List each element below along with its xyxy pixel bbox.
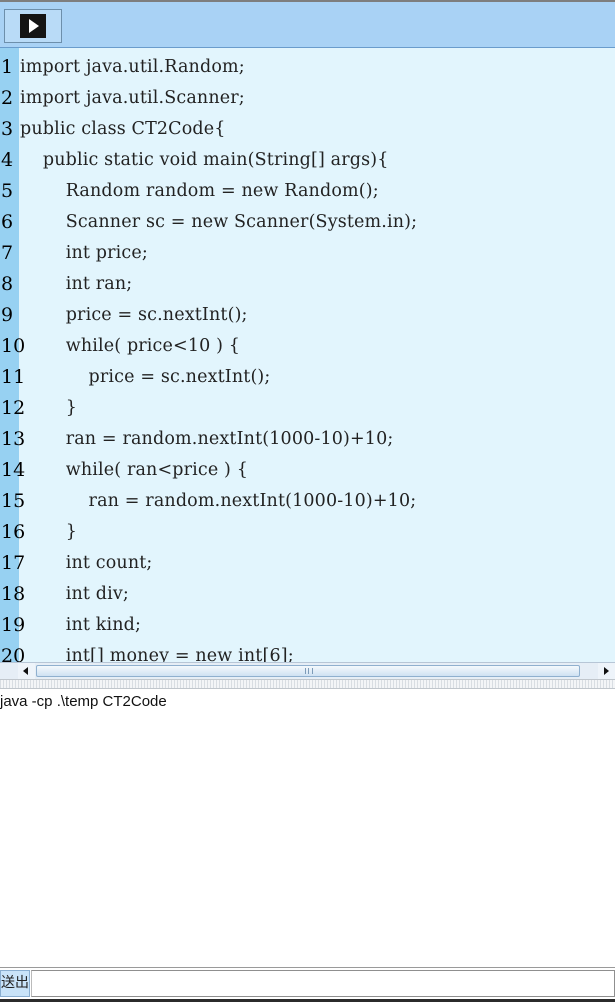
- line-number: 13: [1, 428, 26, 450]
- scroll-left-arrow-icon[interactable]: [18, 663, 35, 679]
- line-number: 11: [1, 366, 26, 388]
- line-number: 1: [1, 56, 14, 78]
- line-number: 16: [1, 521, 26, 543]
- line-code: import java.util.Scanner;: [20, 88, 245, 108]
- line-code: int ran;: [20, 274, 133, 294]
- line-number: 6: [1, 211, 14, 233]
- code-line[interactable]: 2 import java.util.Scanner;: [0, 83, 615, 114]
- line-code: while( ran<price ) {: [20, 460, 249, 480]
- console-text: java -cp .\temp CT2Code: [0, 693, 167, 710]
- line-number: 14: [1, 459, 26, 481]
- code-line[interactable]: 8 int ran;: [0, 269, 615, 300]
- code-line[interactable]: 17 int count;: [0, 548, 615, 579]
- line-code: int[] money = new int[6];: [20, 646, 294, 662]
- code-line[interactable]: 19 int kind;: [0, 610, 615, 641]
- line-code: int div;: [20, 584, 129, 604]
- code-line[interactable]: 20 int[] money = new int[6];: [0, 641, 615, 662]
- code-line[interactable]: 15 ran = random.nextInt(1000-10)+10;: [0, 486, 615, 517]
- code-lines: 1 import java.util.Random; 2 import java.ut…: [0, 52, 615, 662]
- play-icon: [20, 14, 46, 38]
- toolbar: [0, 0, 615, 48]
- run-button[interactable]: [4, 9, 62, 43]
- line-number: 7: [1, 242, 14, 264]
- code-line[interactable]: 9 price = sc.nextInt();: [0, 300, 615, 331]
- line-code: ran = random.nextInt(1000-10)+10;: [20, 491, 417, 511]
- line-number: 4: [1, 149, 14, 171]
- horizontal-scrollbar[interactable]: [0, 662, 615, 679]
- line-code: price = sc.nextInt();: [20, 305, 248, 325]
- line-number: 10: [1, 335, 26, 357]
- line-code: }: [20, 522, 77, 542]
- line-code: }: [20, 398, 77, 418]
- code-line[interactable]: 4 public static void main(String[] args)…: [0, 145, 615, 176]
- code-line[interactable]: 3 public class CT2Code{: [0, 114, 615, 145]
- code-editor[interactable]: 1 import java.util.Random; 2 import java.ut…: [0, 48, 615, 662]
- line-number: 8: [1, 273, 14, 295]
- code-line[interactable]: 6 Scanner sc = new Scanner(System.in);: [0, 207, 615, 238]
- line-number: 15: [1, 490, 26, 512]
- code-line[interactable]: 14 while( ran<price ) {: [0, 455, 615, 486]
- code-line[interactable]: 1 import java.util.Random;: [0, 52, 615, 83]
- code-line[interactable]: 10 while( price<10 ) {: [0, 331, 615, 362]
- send-button[interactable]: 送出: [0, 970, 30, 997]
- grip-icon: [305, 668, 313, 674]
- line-code: int count;: [20, 553, 153, 573]
- stdin-input[interactable]: [31, 970, 615, 997]
- line-number: 2: [1, 87, 14, 109]
- line-code: Scanner sc = new Scanner(System.in);: [20, 212, 418, 232]
- console-output: java -cp .\temp CT2Code: [0, 689, 615, 967]
- code-line[interactable]: 18 int div;: [0, 579, 615, 610]
- line-code: ran = random.nextInt(1000-10)+10;: [20, 429, 394, 449]
- java-runner-app: 1 import java.util.Random; 2 import java.ut…: [0, 0, 615, 1002]
- line-code: int price;: [20, 243, 148, 263]
- line-code: price = sc.nextInt();: [20, 367, 271, 387]
- code-line[interactable]: 16 }: [0, 517, 615, 548]
- line-code: public static void main(String[] args){: [20, 150, 389, 170]
- scroll-right-arrow-icon[interactable]: [598, 663, 615, 679]
- line-number: 19: [1, 614, 26, 636]
- line-number: 20: [1, 645, 26, 662]
- line-code: Random random = new Random();: [20, 181, 379, 201]
- line-number: 3: [1, 118, 14, 140]
- code-line[interactable]: 7 int price;: [0, 238, 615, 269]
- line-code: while( price<10 ) {: [20, 336, 241, 356]
- line-number: 12: [1, 397, 26, 419]
- line-code: import java.util.Random;: [20, 57, 245, 77]
- pane-splitter[interactable]: [0, 679, 615, 689]
- scrollbar-thumb[interactable]: [36, 665, 580, 677]
- code-line[interactable]: 5 Random random = new Random();: [0, 176, 615, 207]
- stdin-bar: 送出: [0, 967, 615, 1002]
- code-line[interactable]: 12 }: [0, 393, 615, 424]
- line-number: 5: [1, 180, 14, 202]
- line-code: int kind;: [20, 615, 142, 635]
- code-line[interactable]: 13 ran = random.nextInt(1000-10)+10;: [0, 424, 615, 455]
- code-line[interactable]: 11 price = sc.nextInt();: [0, 362, 615, 393]
- line-number: 18: [1, 583, 26, 605]
- line-code: public class CT2Code{: [20, 119, 226, 139]
- line-number: 9: [1, 304, 14, 326]
- line-number: 17: [1, 552, 26, 574]
